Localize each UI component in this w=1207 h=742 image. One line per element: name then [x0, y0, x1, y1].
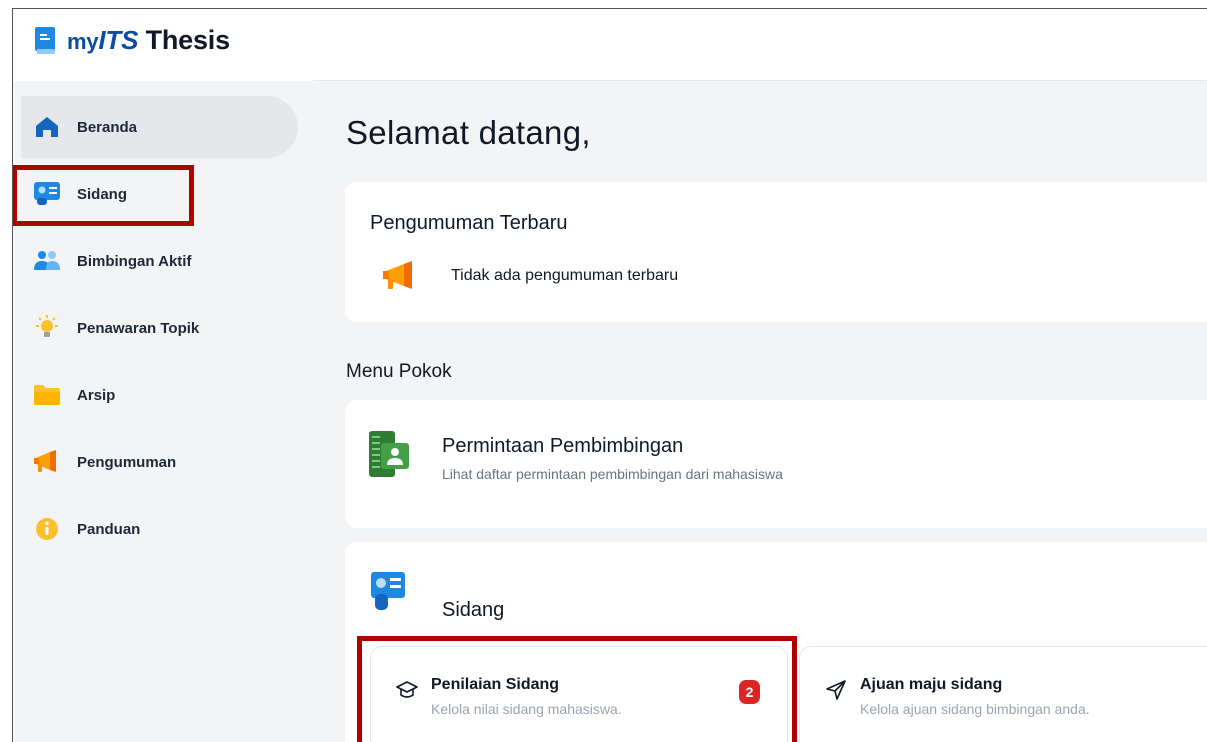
permintaan-subtitle: Lihat daftar permintaan pembimbingan dar… — [442, 466, 783, 482]
app-title: myITS Thesis — [67, 25, 230, 55]
sidebar-item-label: Panduan — [77, 520, 141, 538]
announcement-empty-text: Tidak ada pengumuman terbaru — [451, 267, 679, 284]
sidebar-item-bimbingan-aktif[interactable]: Bimbingan Aktif — [21, 230, 298, 292]
menu-section-title: Menu Pokok — [346, 361, 452, 382]
announcement-empty-row: Tidak ada pengumuman terbaru — [382, 261, 678, 291]
send-icon — [826, 680, 846, 700]
folder-icon — [34, 382, 60, 408]
ajuan-maju-sidang-desc: Kelola ajuan sidang bimbingan anda. — [860, 701, 1090, 717]
page-title: Selamat datang, — [346, 114, 591, 151]
home-icon — [34, 114, 60, 140]
permintaan-title: Permintaan Pembimbingan — [442, 435, 684, 457]
announcement-card: Pengumuman Terbaru Tidak ada pengumuman … — [345, 182, 1207, 322]
top-header: myITS Thesis — [13, 9, 1207, 81]
sidebar-item-label: Arsip — [77, 386, 116, 404]
sidebar-item-label: Pengumuman — [77, 453, 177, 471]
ajuan-maju-sidang-card[interactable]: Ajuan maju sidang Kelola ajuan sidang bi… — [799, 646, 1207, 742]
sidebar-item-penawaran-topik[interactable]: Penawaran Topik — [21, 297, 298, 359]
megaphone-icon — [34, 449, 60, 475]
highlight-box-penilaian — [357, 636, 797, 742]
sidebar-item-pengumuman[interactable]: Pengumuman — [21, 431, 298, 493]
permintaan-card[interactable]: Permintaan Pembimbingan Lihat daftar per… — [345, 400, 1207, 528]
sidebar-item-label: Beranda — [77, 118, 138, 136]
info-icon — [34, 516, 60, 542]
sidebar-item-beranda[interactable]: Beranda — [21, 96, 298, 158]
sidebar-item-label: Bimbingan Aktif — [77, 252, 192, 270]
highlight-box-sidang — [12, 165, 194, 226]
app-logo[interactable]: myITS Thesis — [35, 25, 230, 56]
sidebar-item-panduan[interactable]: Panduan — [21, 498, 298, 560]
megaphone-icon — [383, 261, 412, 289]
users-icon — [34, 248, 60, 274]
sidebar-item-label: Penawaran Topik — [77, 319, 200, 337]
id-card-icon — [371, 572, 405, 610]
request-list-icon — [369, 431, 409, 477]
ajuan-maju-sidang-title: Ajuan maju sidang — [860, 676, 1003, 693]
sidebar-item-arsip[interactable]: Arsip — [21, 364, 298, 426]
sidang-title: Sidang — [442, 599, 505, 621]
book-logo-icon — [35, 26, 55, 54]
lightbulb-icon — [34, 315, 60, 341]
announcement-title: Pengumuman Terbaru — [370, 212, 568, 234]
